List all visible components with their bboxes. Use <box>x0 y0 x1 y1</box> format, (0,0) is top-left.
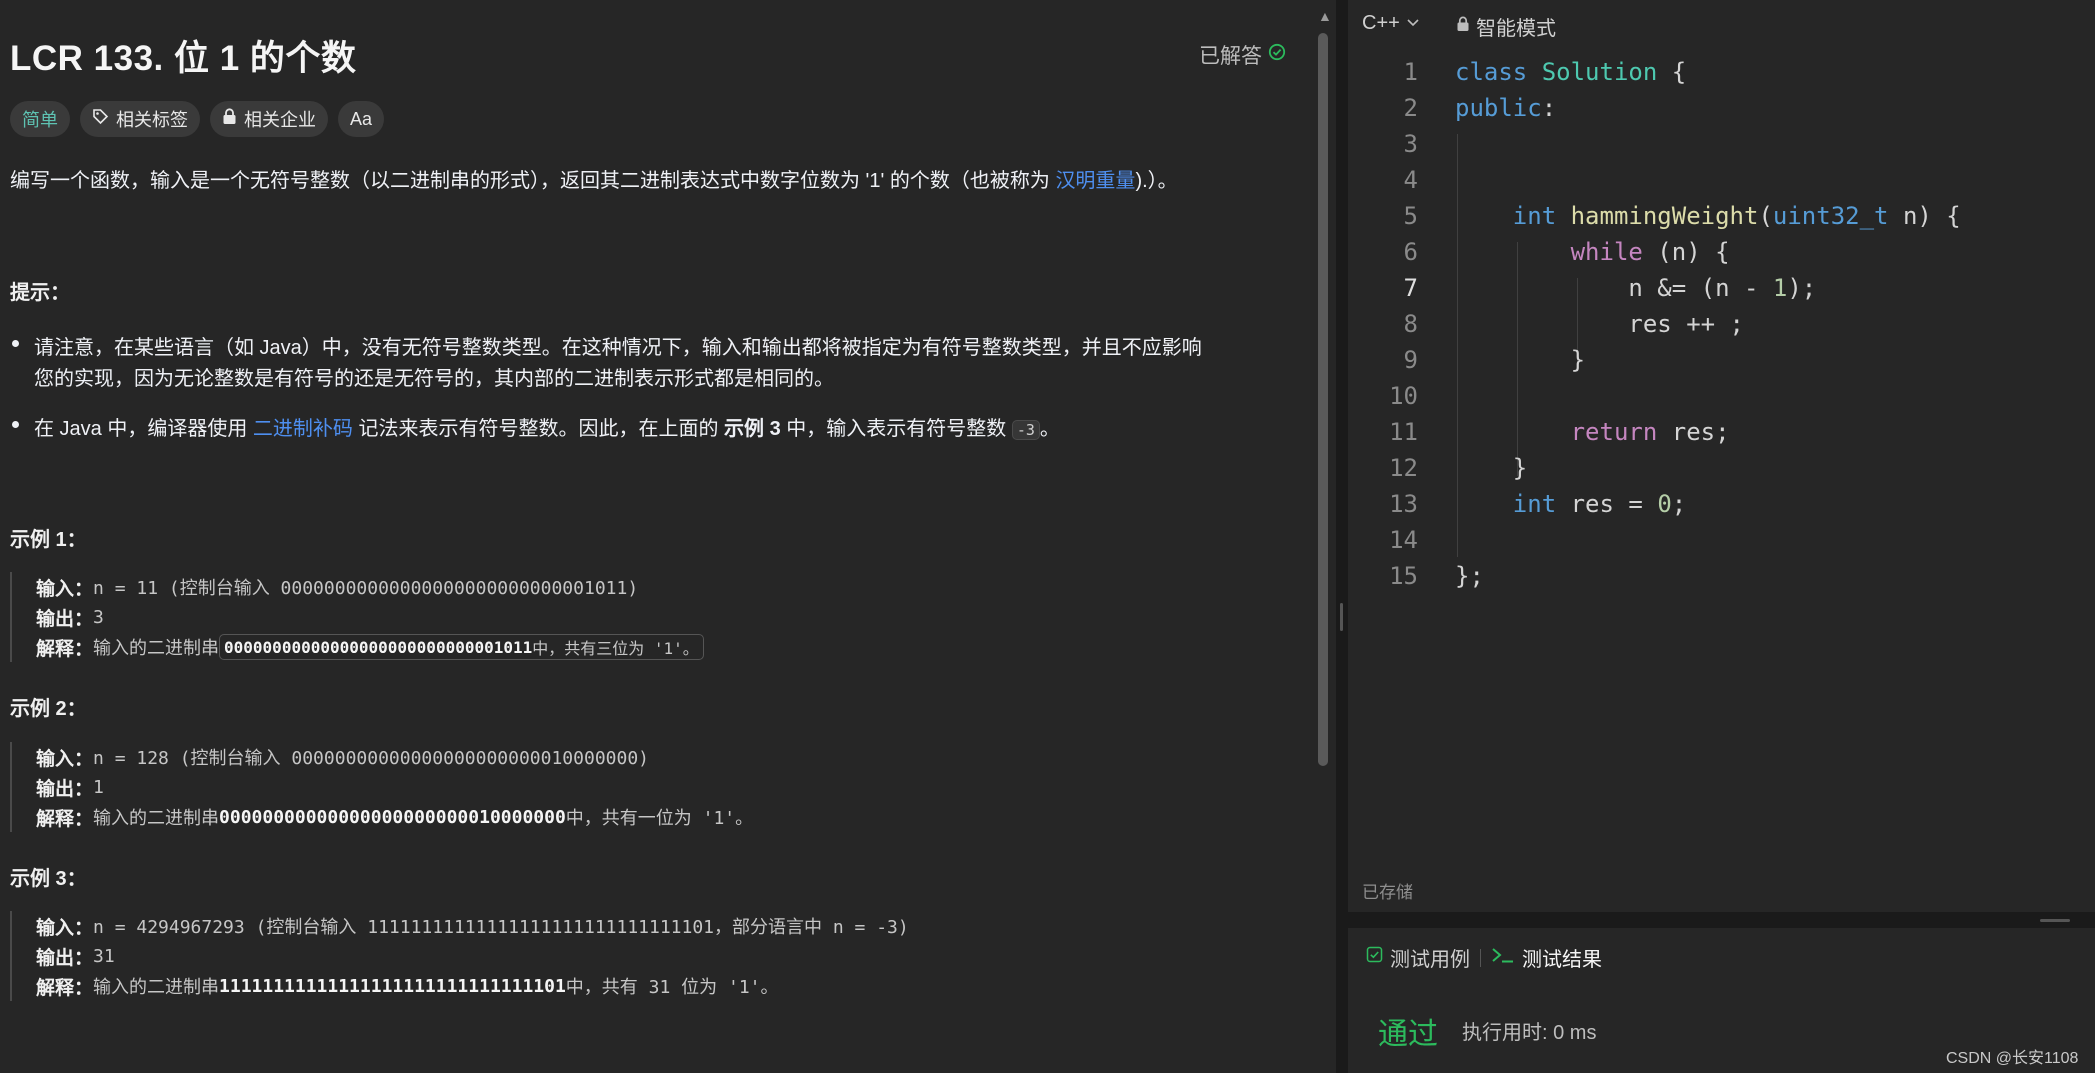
smart-mode-toggle[interactable]: 智能模式 <box>1456 12 1556 41</box>
problem-panel: LCR 133. 位 1 的个数 已解答 简单 相关标签 相关企业 Aa 编写一… <box>0 0 1318 1073</box>
scroll-up-arrow-icon[interactable]: ▲ <box>1318 8 1332 24</box>
difficulty-tag[interactable]: 简单 <box>10 101 70 137</box>
splitter-grip-icon[interactable] <box>1340 603 1343 631</box>
problem-title: LCR 133. 位 1 的个数 <box>10 39 357 78</box>
line-number: 4 <box>1403 166 1418 194</box>
line-number: 11 <box>1389 418 1418 446</box>
result-status: 通过 <box>1378 1018 1438 1051</box>
translate-button[interactable]: Aa <box>338 101 385 137</box>
line-number: 15 <box>1389 562 1418 590</box>
checkbox-icon <box>1366 946 1383 969</box>
code-line: return res; <box>1570 418 1730 446</box>
explain-chip: 00000000000000000000000000001011 中，共有三位为… <box>219 634 704 660</box>
line-number: 3 <box>1403 130 1418 158</box>
example-1-block: 输入： n = 11 (控制台输入 00000000000000000000000… <box>10 572 1310 662</box>
example-3-heading: 示例 3： <box>10 868 87 890</box>
example-2-block: 输入： n = 128 (控制台输入 0000000000000000000000… <box>10 742 1310 832</box>
language-select[interactable]: C++ <box>1362 12 1420 35</box>
lock-icon <box>222 108 237 130</box>
code-line: n &= (n - 1); <box>1455 274 1817 302</box>
line-number: 1 <box>1403 58 1418 86</box>
hint-1-line-1: 请注意，在某些语言（如 Java）中，没有无符号整数类型。在这种情况下，输入和输… <box>34 337 1202 359</box>
tab-test-cases[interactable]: 测试用例 <box>1366 943 1470 972</box>
runtime-label: 执行用时: 0 ms <box>1462 1022 1597 1044</box>
save-status: 已存储 <box>1362 883 1413 902</box>
tab-divider <box>1480 948 1481 967</box>
code-line: public: <box>1455 94 1557 122</box>
inline-code: -3 <box>1011 420 1040 440</box>
test-tabs: 测试用例 测试结果 <box>1366 943 1602 972</box>
bullet-1 <box>12 340 19 347</box>
line-number: 12 <box>1389 454 1418 482</box>
scrollbar-thumb[interactable] <box>1318 33 1328 766</box>
solved-status: 已解答 <box>1199 40 1286 70</box>
related-topics-tag[interactable]: 相关标签 <box>80 101 200 137</box>
code-line: res ++ ; <box>1455 310 1744 338</box>
example-1-heading: 示例 1： <box>10 529 87 551</box>
code-line: } <box>1455 454 1528 482</box>
code-line: } <box>1455 346 1586 374</box>
line-number: 13 <box>1389 490 1418 518</box>
example-3-block: 输入： n = 4294967293 (控制台输入 111111111111111… <box>10 911 1310 1001</box>
related-companies-tag[interactable]: 相关企业 <box>210 101 328 137</box>
tag-icon <box>92 108 109 130</box>
example-2-heading: 示例 2： <box>10 698 87 720</box>
panel-splitter[interactable] <box>1348 912 2095 928</box>
code-editor[interactable]: C++ 智能模式 1 2 3 4 5 6 7 8 9 10 11 12 13 14 15 class Sol… <box>1348 0 2095 912</box>
line-number: 8 <box>1403 310 1418 338</box>
code-line: class Solution { <box>1455 58 1687 86</box>
twos-complement-link[interactable]: 二进制补码 <box>253 418 353 440</box>
watermark: CSDN @长安1108 <box>1946 1050 2079 1067</box>
line-number: 7 <box>1403 274 1418 302</box>
hint-2: 在 Java 中，编译器使用 二进制补码 记法来表示有符号整数。因此，在上面的 … <box>34 418 1060 440</box>
hints-heading: 提示： <box>10 282 70 304</box>
bullet-2 <box>12 421 19 428</box>
hamming-weight-link[interactable]: 汉明重量 <box>1055 170 1135 192</box>
solved-label: 已解答 <box>1199 45 1262 68</box>
line-number: 2 <box>1403 94 1418 122</box>
line-number: 9 <box>1403 346 1418 374</box>
lock-icon <box>1456 16 1470 37</box>
line-number: 10 <box>1389 382 1418 410</box>
code-line: while (n) { <box>1570 238 1730 266</box>
problem-description: 编写一个函数，输入是一个无符号整数（以二进制串的形式），返回其二进制表达式中数字… <box>10 170 1178 192</box>
code-line: int hammingWeight(uint32_t n) { <box>1512 202 1961 230</box>
pane-splitter[interactable] <box>1336 0 1348 1073</box>
tag-row: 简单 相关标签 相关企业 Aa <box>10 101 385 137</box>
terminal-icon <box>1491 946 1515 970</box>
chevron-down-icon <box>1406 15 1420 33</box>
code-line: int res = 0; <box>1512 490 1687 518</box>
line-number: 14 <box>1389 526 1418 554</box>
line-number: 6 <box>1403 238 1418 266</box>
hint-1-line-2: 您的实现，因为无论整数是有符号的还是无符号的，其内部的二进制表示形式都是相同的。 <box>34 368 834 390</box>
check-circle-icon <box>1268 43 1286 67</box>
line-number: 5 <box>1403 202 1418 230</box>
tab-test-results[interactable]: 测试结果 <box>1491 943 1602 972</box>
panel-grip-icon[interactable] <box>2040 919 2070 922</box>
code-line: }; <box>1455 562 1484 590</box>
